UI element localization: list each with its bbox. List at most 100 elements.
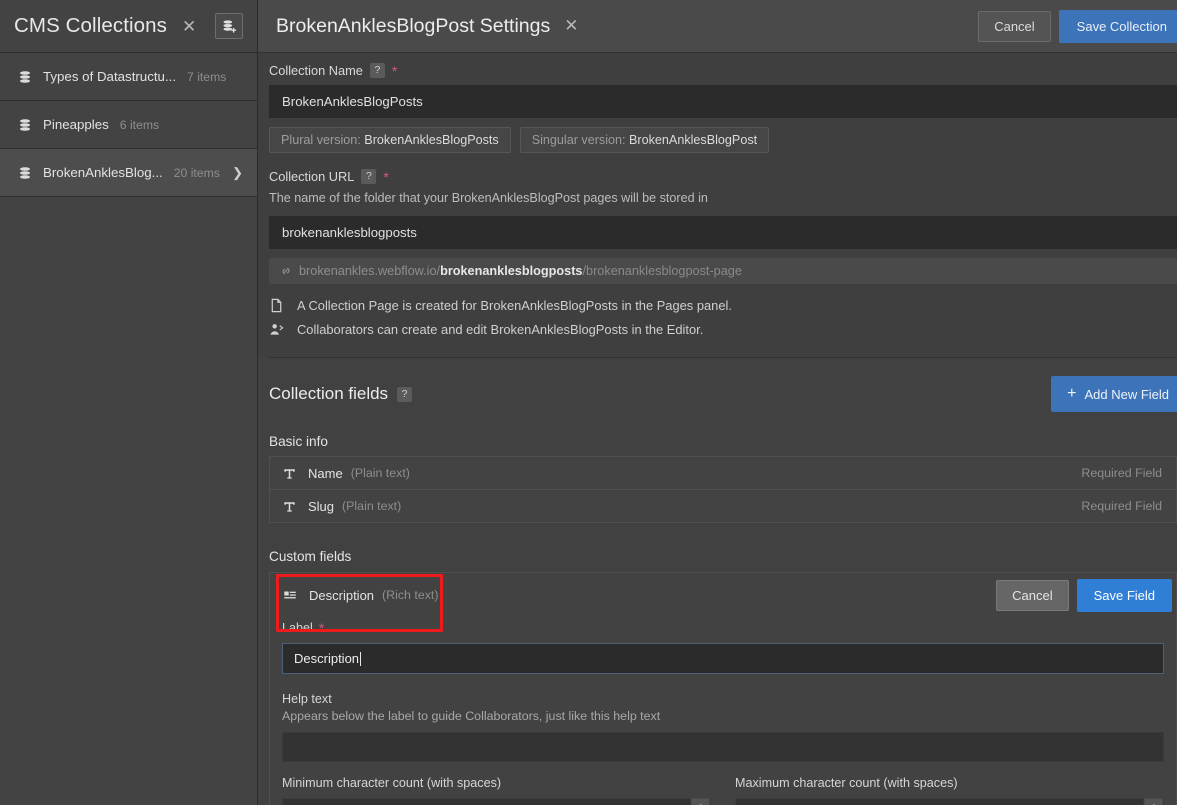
chevron-right-icon: ❯ [232,164,243,180]
plain-text-icon [283,500,296,513]
collection-info-rows: A Collection Page is created for BrokenA… [269,298,1177,337]
collaborator-icon [269,322,284,337]
collection-settings-panel: BrokenAnklesBlogPost Settings ✕ Cancel S… [258,0,1177,805]
max-character-count-group: Maximum character count (with spaces) E.… [735,776,1164,805]
help-text-label: Help text [282,692,332,706]
field-type: (Plain text) [342,499,402,513]
save-collection-button[interactable]: Save Collection [1058,9,1177,43]
sidebar-item-brokenanklesblogposts[interactable]: BrokenAnklesBlog... 20 items ❯ [0,149,257,197]
add-new-field-label: Add New Field [1084,386,1169,402]
add-collection-button[interactable] [215,13,243,39]
save-field-button[interactable]: Save Field [1076,578,1172,612]
basic-info-title: Basic info [269,434,328,449]
page-icon [269,298,284,313]
label-input[interactable]: Description [282,643,1164,674]
info-text: Collaborators can create and edit Broken… [297,322,704,337]
collection-name-section: Collection Name ? * BrokenAnklesBlogPost… [258,53,1177,358]
collection-fields-section: Collection fields ? + Add New Field Basi… [258,358,1177,805]
max-character-count-input[interactable]: E.g. 140 [735,798,1164,805]
link-icon [280,265,292,277]
singular-prefix: Singular version: [531,133,630,147]
collection-url-preview: brokenankles.webflow.io/brokenanklesblog… [269,258,1177,284]
name-versions-row: Plural version: BrokenAnklesBlogPosts Si… [269,127,1177,153]
collection-url-section: Collection URL ? * The name of the folde… [269,169,1177,284]
collection-fields-title: Collection fields [269,384,389,403]
help-text-input[interactable] [282,732,1164,762]
sidebar-item-pineapples[interactable]: Pineapples 6 items [0,101,257,149]
collection-name-label-row: Collection Name ? * [269,63,1177,78]
basic-fields-list: Name (Plain text) Required Field Slug (P… [269,456,1177,523]
collection-url-label: Collection URL [269,169,355,184]
min-character-count-label: Minimum character count (with spaces) [282,776,502,790]
cancel-field-button[interactable]: Cancel [996,579,1069,611]
required-marker: * [318,620,325,636]
close-icon[interactable]: ✕ [564,16,578,36]
info-row-collection-page: A Collection Page is created for BrokenA… [269,298,1177,313]
field-status: Required Field [1081,466,1162,480]
close-icon[interactable]: ✕ [179,16,199,37]
plural-value: BrokenAnklesBlogPosts [364,133,499,147]
collection-url-input[interactable]: brokenanklesblogposts [269,216,1177,249]
help-text-description: Appears below the label to guide Collabo… [282,709,661,723]
stepper-up-icon[interactable] [1144,798,1163,805]
max-character-count-label: Maximum character count (with spaces) [735,776,958,790]
field-type: (Plain text) [350,466,410,480]
header-actions: Cancel Save Collection [978,9,1177,43]
required-marker: * [383,168,389,185]
plus-icon: + [1067,385,1077,402]
field-row-name[interactable]: Name (Plain text) Required Field [269,456,1177,490]
database-icon [18,70,32,84]
cancel-button[interactable]: Cancel [978,10,1051,42]
settings-scroll-area[interactable]: Collection Name ? * BrokenAnklesBlogPost… [258,53,1177,805]
collections-list: Types of Datastructu... 7 items Pineappl… [0,53,257,197]
help-icon[interactable]: ? [361,169,377,184]
sidebar-header: CMS Collections ✕ [0,0,257,53]
preview-slug: brokenanklesblogposts [440,264,583,278]
custom-field-type: (Rich text) [382,588,439,602]
collection-name-label: Collection Name [269,63,363,78]
field-name: Slug [308,498,335,514]
text-caret [360,651,362,666]
settings-header: BrokenAnklesBlogPost Settings ✕ Cancel S… [258,0,1177,53]
rich-text-icon [283,588,297,602]
collection-name-input[interactable]: BrokenAnklesBlogPosts [269,85,1177,118]
collection-item-count: 6 items [119,117,160,132]
collection-item-count: 20 items [173,165,220,180]
plain-text-icon [283,467,296,480]
sidebar-title: CMS Collections [14,14,168,37]
collection-item-count: 7 items [187,69,227,84]
stepper-up-icon[interactable] [691,798,710,805]
database-icon [18,118,32,132]
label-input-value: Description [294,651,360,666]
min-character-count-group: Minimum character count (with spaces) E.… [282,776,711,805]
field-status: Required Field [1081,499,1162,513]
label-field-label: Label [282,621,313,635]
collection-url-label-row: Collection URL ? * [269,169,1177,184]
plural-version-pill: Plural version: BrokenAnklesBlogPosts [269,127,511,153]
min-character-count-stepper[interactable] [690,798,710,805]
help-icon[interactable]: ? [369,63,385,78]
help-icon[interactable]: ? [397,386,413,402]
singular-version-pill: Singular version: BrokenAnklesBlogPost [519,127,770,153]
field-name: Name [308,465,343,481]
field-row-slug[interactable]: Slug (Plain text) Required Field [269,489,1177,523]
max-character-count-stepper[interactable] [1143,798,1163,805]
custom-field-editor: Description (Rich text) Cancel Save Fiel… [269,572,1177,805]
required-marker: * [391,62,398,79]
label-field-group: Label * Description Help text Appears be… [270,621,1176,805]
cms-collections-window: CMS Collections ✕ Types of Datastructu..… [0,0,1177,805]
collection-fields-header: Collection fields ? + Add New Field [269,376,1177,412]
preview-tail: /brokenanklesblogpost-page [582,264,742,278]
character-count-row: Minimum character count (with spaces) E.… [282,776,1164,805]
sidebar-item-types-of-datastructures[interactable]: Types of Datastructu... 7 items [0,53,257,101]
database-icon [18,166,32,180]
custom-field-editor-body: Label * Description Help text Appears be… [270,617,1176,805]
page-title: BrokenAnklesBlogPost Settings [276,14,551,37]
custom-field-name: Description [309,587,375,603]
sidebar-empty-area [0,197,257,805]
min-character-count-input[interactable]: E.g. 20 [282,798,711,805]
cms-collections-sidebar: CMS Collections ✕ Types of Datastructu..… [0,0,258,805]
add-collection-icon [222,19,237,34]
add-new-field-button[interactable]: + Add New Field [1051,376,1177,412]
custom-field-editor-header: Description (Rich text) Cancel Save Fiel… [270,573,1176,617]
